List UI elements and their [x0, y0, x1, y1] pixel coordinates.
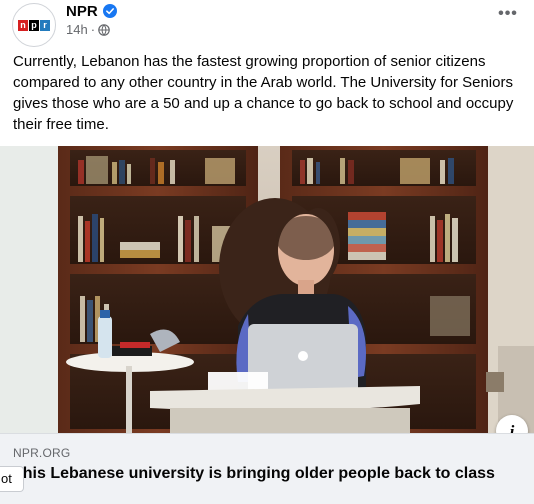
- more-options-icon[interactable]: •••: [496, 6, 520, 24]
- photo-illustration: [0, 146, 534, 433]
- link-domain: NPR.ORG: [13, 446, 71, 460]
- meta-separator: ·: [90, 22, 96, 37]
- link-preview-card[interactable]: NPR.ORG This Lebanese university is brin…: [0, 433, 534, 504]
- post-header: n p r NPR 14h · •••: [0, 0, 534, 48]
- post-meta: 14h ·: [66, 22, 110, 38]
- logo-letter-n: n: [18, 19, 28, 31]
- globe-icon[interactable]: [98, 24, 110, 36]
- npr-logo: n p r: [18, 19, 50, 31]
- post-message: Currently, Lebanon has the fastest growi…: [13, 53, 514, 133]
- page-name-link[interactable]: NPR: [66, 3, 98, 21]
- overlay-chip: ot: [0, 466, 24, 492]
- link-title[interactable]: This Lebanese university is bringing old…: [13, 463, 513, 484]
- post-timestamp[interactable]: 14h: [66, 22, 88, 38]
- verified-badge-icon: [103, 4, 117, 18]
- logo-letter-r: r: [40, 19, 50, 31]
- avatar[interactable]: n p r: [12, 3, 56, 47]
- logo-letter-p: p: [29, 19, 39, 31]
- post-photo[interactable]: [0, 146, 534, 433]
